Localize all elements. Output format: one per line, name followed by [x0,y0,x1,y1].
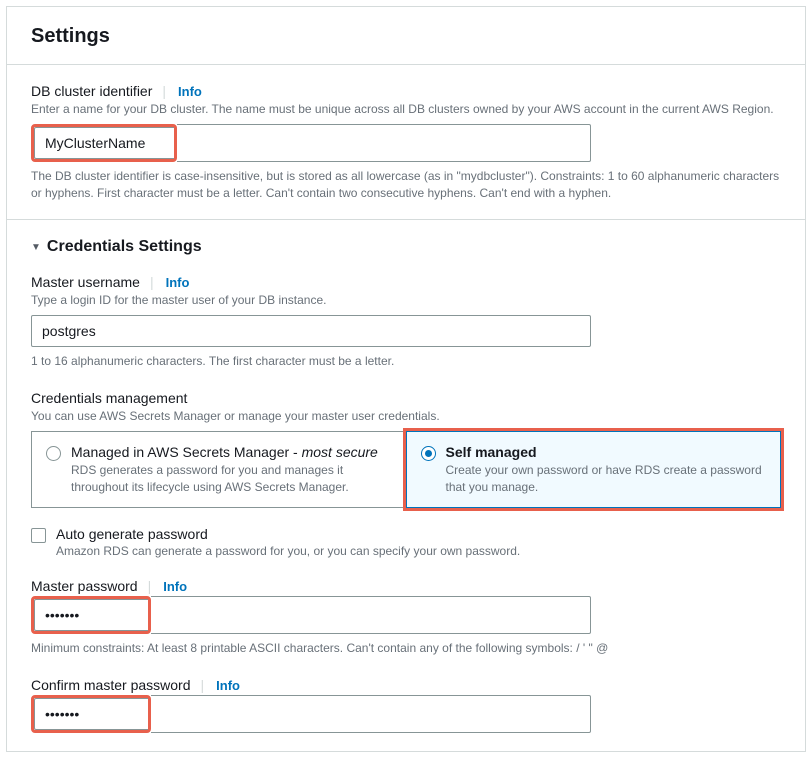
auto-generate-desc: Amazon RDS can generate a password for y… [56,544,781,558]
confirm-password-group: Confirm master password | Info [31,677,781,733]
radio-managed-title: Managed in AWS Secrets Manager - most se… [71,444,392,460]
confirm-password-highlight [31,695,151,733]
credentials-management-group: Credentials management You can use AWS S… [31,390,781,558]
credentials-title: Credentials Settings [47,238,202,256]
cluster-id-input[interactable] [34,127,174,159]
master-username-description: Type a login ID for the master user of y… [31,292,781,309]
master-password-group: Master password | Info Minimum constrain… [31,578,781,657]
master-password-input-extend[interactable] [151,596,591,634]
triangle-down-icon: ▼ [31,242,41,253]
panel-title: Settings [31,25,781,48]
master-username-label: Master username [31,274,140,290]
auto-generate-checkbox[interactable]: Auto generate password Amazon RDS can ge… [31,526,781,558]
cluster-id-label: DB cluster identifier [31,83,152,99]
radio-icon [46,446,61,461]
master-username-group: Master username | Info Type a login ID f… [31,274,781,370]
cluster-id-help: The DB cluster identifier is case-insens… [31,168,781,202]
panel-header: Settings [7,7,805,65]
master-password-highlight [31,596,151,634]
radio-self-desc: Create your own password or have RDS cre… [446,462,767,496]
radio-managed-desc: RDS generates a password for you and man… [71,462,392,496]
cluster-id-info-link[interactable]: Info [178,84,202,99]
credentials-section: ▼ Credentials Settings Master username |… [7,219,805,751]
divider: | [150,274,154,290]
master-username-input[interactable] [31,315,591,347]
cluster-id-input-extend[interactable] [177,124,591,162]
divider: | [148,578,152,594]
credentials-toggle[interactable]: ▼ Credentials Settings [31,238,781,256]
settings-panel: Settings DB cluster identifier | Info En… [6,6,806,752]
cluster-id-highlight [31,124,177,162]
cluster-id-section: DB cluster identifier | Info Enter a nam… [7,65,805,219]
radio-self-managed[interactable]: Self managed Create your own password or… [406,431,782,509]
confirm-password-label: Confirm master password [31,677,191,693]
credentials-management-options: Managed in AWS Secrets Manager - most se… [31,431,781,509]
master-username-help: 1 to 16 alphanumeric characters. The fir… [31,353,781,370]
master-username-info-link[interactable]: Info [166,275,190,290]
master-password-info-link[interactable]: Info [163,579,187,594]
credentials-management-description: You can use AWS Secrets Manager or manag… [31,408,781,425]
divider: | [201,677,205,693]
radio-managed-secrets[interactable]: Managed in AWS Secrets Manager - most se… [31,431,406,509]
master-password-label: Master password [31,578,138,594]
master-password-input[interactable] [34,599,148,631]
radio-self-title: Self managed [446,444,767,460]
master-password-help: Minimum constraints: At least 8 printabl… [31,640,781,657]
auto-generate-label: Auto generate password [56,526,781,542]
cluster-id-description: Enter a name for your DB cluster. The na… [31,101,781,118]
checkbox-icon [31,528,46,543]
credentials-management-label: Credentials management [31,390,781,406]
confirm-password-input[interactable] [34,698,148,730]
confirm-password-input-extend[interactable] [151,695,591,733]
divider: | [162,83,166,99]
radio-icon-checked [421,446,436,461]
confirm-password-info-link[interactable]: Info [216,678,240,693]
